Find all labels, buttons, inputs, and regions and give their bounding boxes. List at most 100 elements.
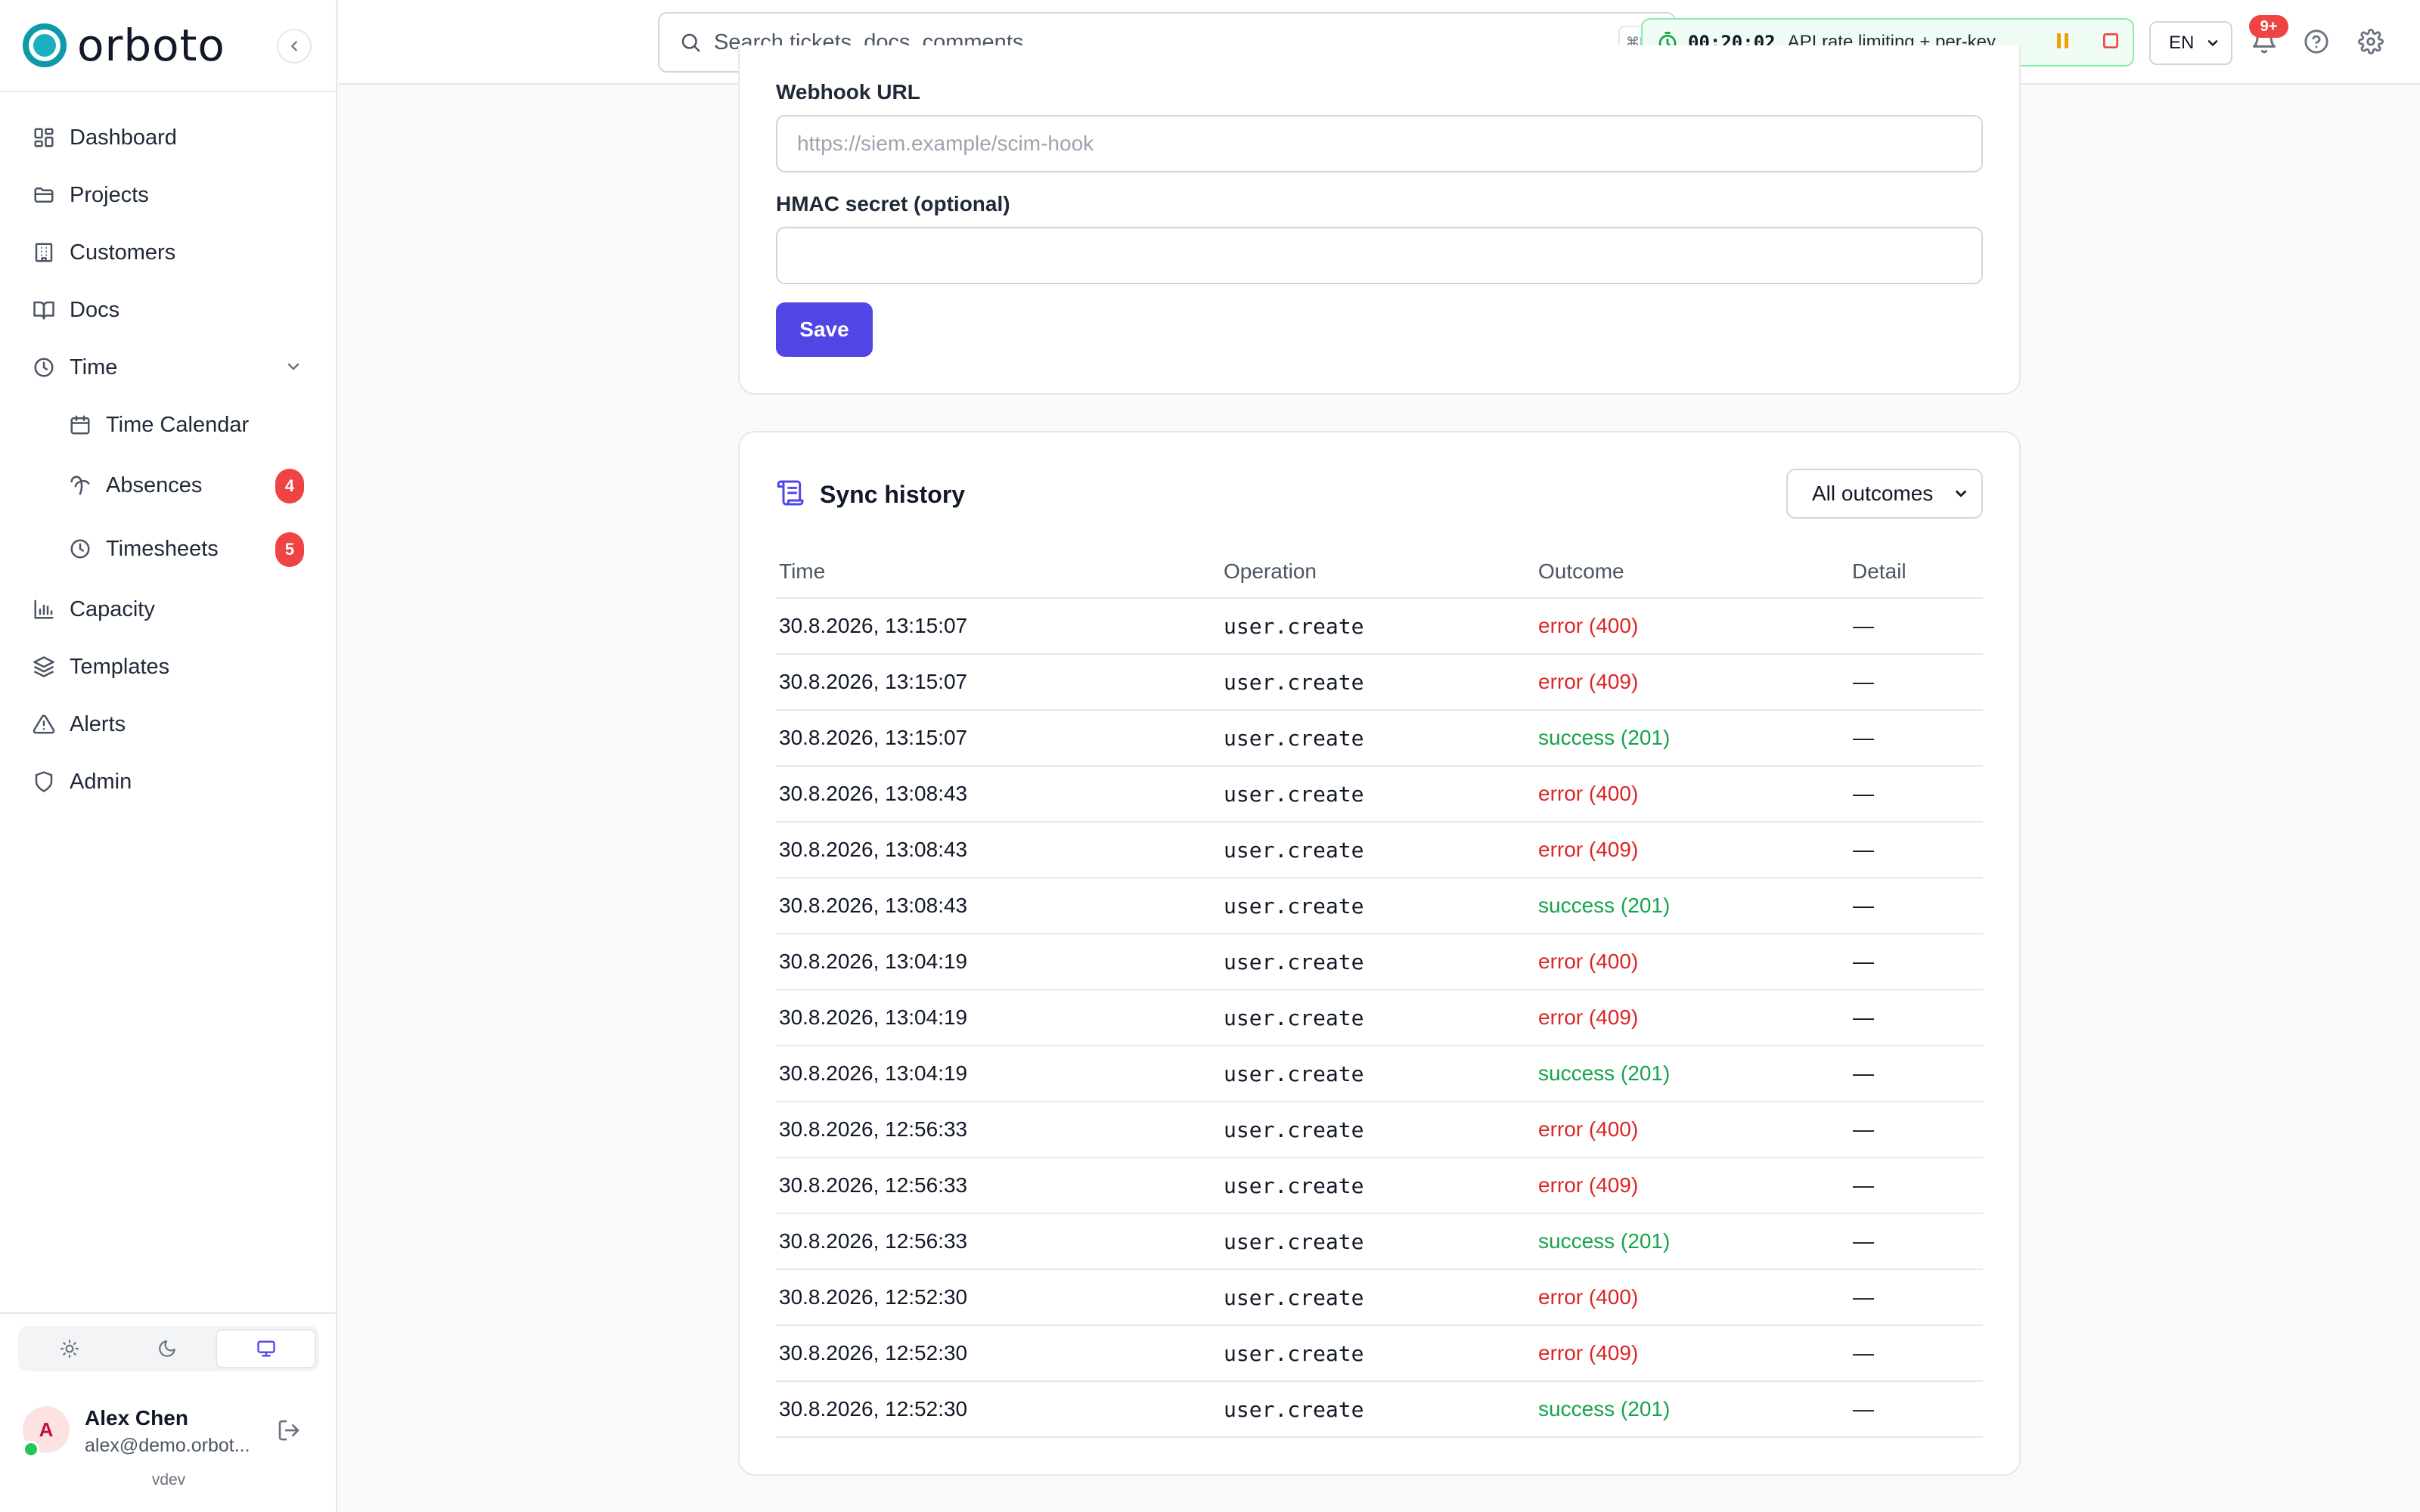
cell-outcome: error (400): [1538, 782, 1639, 805]
cell-detail: —: [1853, 1117, 1874, 1141]
sidebar-item-time-calendar[interactable]: Time Calendar: [18, 401, 318, 449]
building-icon: [29, 237, 59, 268]
cell-detail: —: [1853, 670, 1874, 693]
cell-outcome: success (201): [1538, 1229, 1671, 1253]
settings-button[interactable]: [2358, 29, 2384, 58]
clock-icon: [29, 352, 59, 383]
table-row: 30.8.2026, 13:08:43 user.create error (400…: [776, 767, 1983, 823]
language-select[interactable]: EN: [2149, 21, 2232, 65]
webhook-url-label: Webhook URL: [776, 80, 920, 104]
hmac-secret-input[interactable]: [776, 227, 1983, 284]
collapse-sidebar-button[interactable]: [277, 29, 312, 64]
stop-icon: [2102, 33, 2118, 48]
cell-outcome: success (201): [1538, 894, 1671, 917]
cell-time: 30.8.2026, 12:56:33: [779, 1117, 968, 1141]
cell-time: 30.8.2026, 12:56:33: [779, 1229, 968, 1253]
sidebar-item-label: Admin: [70, 769, 132, 794]
table-row: 30.8.2026, 12:56:33 user.create error (409…: [776, 1158, 1983, 1214]
cell-detail: —: [1853, 1005, 1874, 1029]
cell-outcome: error (409): [1538, 1341, 1639, 1365]
user-name: Alex Chen: [85, 1406, 188, 1430]
divider: [0, 91, 337, 92]
notifications-badge: 9+: [2249, 15, 2288, 38]
sidebar-item-label: Customers: [70, 240, 176, 265]
sidebar-item-absences[interactable]: Absences 4: [18, 461, 318, 510]
cell-detail: —: [1853, 1061, 1874, 1085]
table-row: 30.8.2026, 13:15:07 user.create success (2…: [776, 711, 1983, 767]
cell-detail: —: [1853, 950, 1874, 973]
monitor-icon: [257, 1340, 275, 1357]
sidebar-item-templates[interactable]: Templates: [18, 643, 318, 691]
cell-operation: user.create: [1224, 670, 1364, 695]
table-row: 30.8.2026, 13:15:07 user.create error (409…: [776, 655, 1983, 711]
sidebar-item-time[interactable]: Time: [18, 343, 318, 392]
table-row: 30.8.2026, 12:56:33 user.create error (400…: [776, 1102, 1983, 1158]
cell-operation: user.create: [1224, 838, 1364, 863]
sidebar-item-label: Templates: [70, 654, 170, 679]
save-button[interactable]: Save: [776, 302, 873, 357]
cell-time: 30.8.2026, 13:04:19: [779, 950, 968, 973]
sun-icon: [60, 1340, 79, 1358]
cell-time: 30.8.2026, 13:15:07: [779, 670, 968, 693]
table-row: 30.8.2026, 13:15:07 user.create error (400…: [776, 599, 1983, 655]
sidebar-item-alerts[interactable]: Alerts: [18, 700, 318, 748]
cell-operation: user.create: [1224, 950, 1364, 974]
cell-detail: —: [1853, 782, 1874, 805]
online-status-dot: [23, 1441, 39, 1458]
chevron-down-icon: [1956, 490, 1966, 497]
chevron-left-icon: [291, 41, 297, 51]
cell-operation: user.create: [1224, 1061, 1364, 1086]
user-email: alex@demo.orbot...: [85, 1435, 250, 1456]
layers-icon: [29, 652, 59, 682]
sidebar-item-docs[interactable]: Docs: [18, 286, 318, 334]
table-row: 30.8.2026, 13:04:19 user.create error (400…: [776, 934, 1983, 990]
cell-outcome: error (400): [1538, 1285, 1639, 1309]
cell-operation: user.create: [1224, 1229, 1364, 1254]
chevron-down-icon: [284, 357, 302, 382]
sidebar-item-capacity[interactable]: Capacity: [18, 585, 318, 634]
logout-icon: [278, 1420, 299, 1441]
sidebar-item-label: Timesheets: [106, 536, 219, 561]
cell-detail: —: [1853, 838, 1874, 861]
cell-outcome: success (201): [1538, 1061, 1671, 1085]
column-header-time: Time: [779, 559, 826, 583]
table-row: 30.8.2026, 13:04:19 user.create error (409…: [776, 990, 1983, 1046]
stop-timer-button[interactable]: [2101, 31, 2121, 54]
theme-dark-button[interactable]: [119, 1329, 216, 1368]
bar-chart-icon: [29, 594, 59, 624]
sidebar-item-customers[interactable]: Customers: [18, 228, 318, 277]
cell-outcome: error (409): [1538, 670, 1639, 693]
cell-time: 30.8.2026, 13:15:07: [779, 726, 968, 749]
cell-operation: user.create: [1224, 1285, 1364, 1310]
sidebar-item-projects[interactable]: Projects: [18, 171, 318, 219]
cell-time: 30.8.2026, 12:52:30: [779, 1285, 968, 1309]
table-row: 30.8.2026, 13:04:19 user.create success (2…: [776, 1046, 1983, 1102]
cell-operation: user.create: [1224, 726, 1364, 751]
help-icon: [2304, 29, 2328, 54]
table-row: 30.8.2026, 13:08:43 user.create error (409…: [776, 823, 1983, 878]
gear-icon: [2358, 29, 2384, 54]
sidebar-item-dashboard[interactable]: Dashboard: [18, 113, 318, 162]
search-icon: [681, 33, 700, 52]
user-profile[interactable]: A Alex Chen alex@demo.orbot...: [23, 1403, 318, 1464]
logout-button[interactable]: [277, 1418, 301, 1446]
sidebar-item-admin[interactable]: Admin: [18, 758, 318, 806]
cell-operation: user.create: [1224, 1397, 1364, 1422]
cell-detail: —: [1853, 1341, 1874, 1365]
theme-system-button[interactable]: [216, 1329, 317, 1368]
sidebar-item-timesheets[interactable]: Timesheets 5: [18, 525, 318, 573]
cell-time: 30.8.2026, 13:15:07: [779, 614, 968, 637]
help-button[interactable]: [2304, 29, 2329, 58]
cell-operation: user.create: [1224, 1117, 1364, 1142]
cell-detail: —: [1853, 726, 1874, 749]
outcome-filter-select[interactable]: All outcomes: [1786, 469, 1983, 519]
theme-light-button[interactable]: [21, 1329, 119, 1368]
pause-timer-button[interactable]: [2054, 31, 2072, 54]
webhook-url-input[interactable]: [776, 115, 1983, 172]
pause-icon: [2056, 33, 2068, 48]
moon-icon: [159, 1340, 175, 1357]
cell-time: 30.8.2026, 13:04:19: [779, 1005, 968, 1029]
webhook-settings-card: Webhook URL HMAC secret (optional) Save: [738, 45, 2021, 395]
brand[interactable]: orboto: [23, 20, 225, 71]
book-icon: [29, 295, 59, 325]
